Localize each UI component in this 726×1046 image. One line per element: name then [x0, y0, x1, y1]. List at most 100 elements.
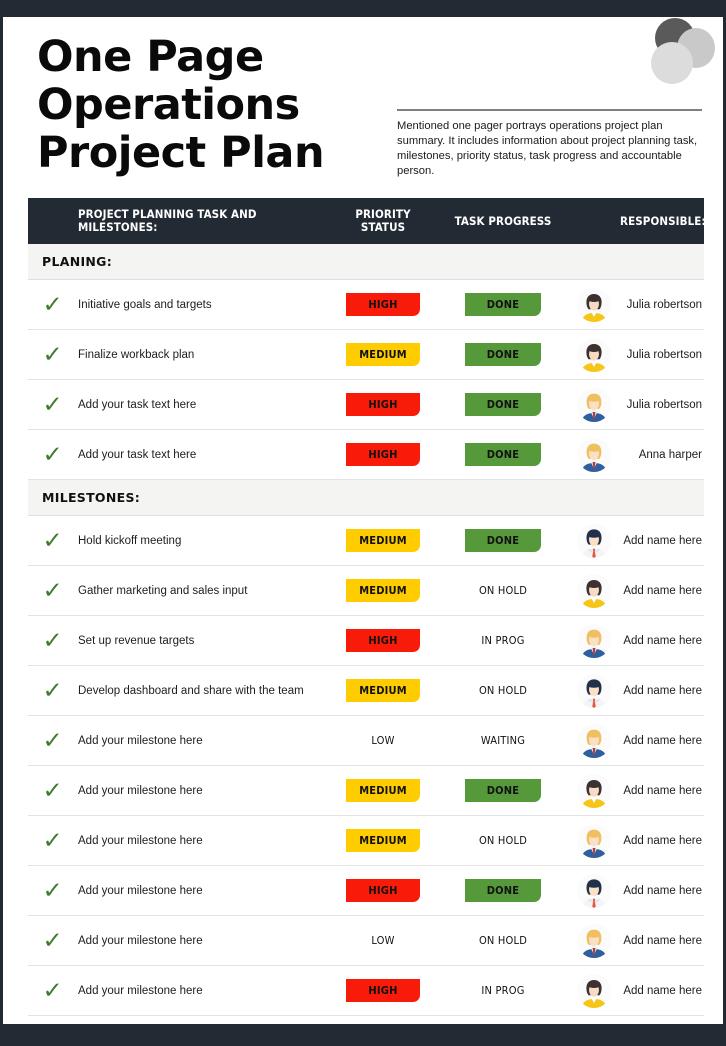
table-row[interactable]: ✓ Develop dashboard and share with the te… [28, 666, 704, 716]
progress-badge[interactable]: ON HOLD [465, 579, 541, 602]
progress-badge[interactable]: ON HOLD [465, 679, 541, 702]
priority-cell[interactable]: MEDIUM [328, 679, 438, 702]
row-check-cell[interactable]: ✓ [28, 878, 78, 903]
priority-badge[interactable]: HIGH [346, 393, 420, 416]
priority-cell[interactable]: LOW [328, 929, 438, 952]
task-label[interactable]: Finalize workback plan [78, 348, 328, 362]
priority-cell[interactable]: HIGH [328, 293, 438, 316]
priority-badge[interactable]: HIGH [346, 629, 420, 652]
table-row[interactable]: ✓ Gather marketing and sales input MEDIUM O… [28, 566, 704, 616]
table-row[interactable]: ✓ Initiative goals and targets HIGH DONE Jul… [28, 280, 704, 330]
row-check-cell[interactable]: ✓ [28, 578, 78, 603]
progress-badge[interactable]: DONE [465, 879, 541, 902]
progress-cell[interactable]: ON HOLD [438, 929, 568, 952]
task-label[interactable]: Add your milestone here [78, 834, 328, 848]
task-label[interactable]: Initiative goals and targets [78, 298, 328, 312]
row-check-cell[interactable]: ✓ [28, 778, 78, 803]
progress-badge[interactable]: ON HOLD [465, 829, 541, 852]
row-check-cell[interactable]: ✓ [28, 928, 78, 953]
progress-cell[interactable]: DONE [438, 529, 568, 552]
checkmark-icon[interactable]: ✓ [43, 628, 63, 652]
row-check-cell[interactable]: ✓ [28, 392, 78, 417]
task-label[interactable]: Add your task text here [78, 448, 328, 462]
checkmark-icon[interactable]: ✓ [43, 828, 63, 852]
progress-cell[interactable]: DONE [438, 779, 568, 802]
progress-badge[interactable]: WAITING [465, 729, 541, 752]
task-label[interactable]: Add your task text here [78, 398, 328, 412]
priority-cell[interactable]: HIGH [328, 443, 438, 466]
progress-badge[interactable]: IN PROG [465, 629, 541, 652]
priority-badge[interactable]: MEDIUM [346, 779, 420, 802]
priority-badge[interactable]: HIGH [346, 879, 420, 902]
row-check-cell[interactable]: ✓ [28, 678, 78, 703]
row-check-cell[interactable]: ✓ [28, 342, 78, 367]
priority-cell[interactable]: MEDIUM [328, 529, 438, 552]
priority-cell[interactable]: HIGH [328, 979, 438, 1002]
row-check-cell[interactable]: ✓ [28, 628, 78, 653]
priority-badge[interactable]: MEDIUM [346, 529, 420, 552]
progress-badge[interactable]: DONE [465, 779, 541, 802]
task-label[interactable]: Set up revenue targets [78, 634, 328, 648]
task-label[interactable]: Add your milestone here [78, 784, 328, 798]
checkmark-icon[interactable]: ✓ [43, 978, 63, 1002]
responsible-name[interactable]: Add name here [620, 585, 704, 597]
priority-badge[interactable]: MEDIUM [346, 679, 420, 702]
responsible-name[interactable]: Add name here [620, 835, 704, 847]
table-row[interactable]: ✓ Add your task text here HIGH DONE Anna har… [28, 430, 704, 480]
checkmark-icon[interactable]: ✓ [43, 528, 63, 552]
priority-badge[interactable]: LOW [346, 729, 420, 752]
task-label[interactable]: Develop dashboard and share with the tea… [78, 684, 328, 698]
row-check-cell[interactable]: ✓ [28, 528, 78, 553]
progress-badge[interactable]: DONE [465, 393, 541, 416]
table-row[interactable]: ✓ Add your milestone here MEDIUM DONE Add na… [28, 766, 704, 816]
checkmark-icon[interactable]: ✓ [43, 778, 63, 802]
responsible-name[interactable]: Add name here [620, 785, 704, 797]
responsible-name[interactable]: Julia robertson [620, 349, 704, 361]
row-check-cell[interactable]: ✓ [28, 442, 78, 467]
table-row[interactable]: ✓ Add your task text here HIGH DONE Julia ro… [28, 380, 704, 430]
progress-cell[interactable]: IN PROG [438, 979, 568, 1002]
priority-cell[interactable]: HIGH [328, 393, 438, 416]
progress-badge[interactable]: DONE [465, 343, 541, 366]
table-row[interactable]: ✓ Finalize workback plan MEDIUM DONE Julia r… [28, 330, 704, 380]
priority-badge[interactable]: HIGH [346, 979, 420, 1002]
progress-cell[interactable]: ON HOLD [438, 829, 568, 852]
task-label[interactable]: Hold kickoff meeting [78, 534, 328, 548]
priority-cell[interactable]: MEDIUM [328, 779, 438, 802]
checkmark-icon[interactable]: ✓ [43, 878, 63, 902]
responsible-name[interactable]: Add name here [620, 935, 704, 947]
responsible-name[interactable]: Julia robertson [620, 299, 704, 311]
priority-cell[interactable]: MEDIUM [328, 343, 438, 366]
row-check-cell[interactable]: ✓ [28, 828, 78, 853]
progress-cell[interactable]: DONE [438, 879, 568, 902]
table-row[interactable]: ✓ Add your milestone here HIGH DONE Add name… [28, 866, 704, 916]
checkmark-icon[interactable]: ✓ [43, 928, 63, 952]
progress-cell[interactable]: ON HOLD [438, 679, 568, 702]
row-check-cell[interactable]: ✓ [28, 728, 78, 753]
responsible-name[interactable]: Add name here [620, 985, 704, 997]
responsible-name[interactable]: Add name here [620, 635, 704, 647]
table-row[interactable]: ✓ Add your milestone here LOW ON HOLD Add na… [28, 916, 704, 966]
checkmark-icon[interactable]: ✓ [43, 392, 63, 416]
checkmark-icon[interactable]: ✓ [43, 578, 63, 602]
progress-cell[interactable]: DONE [438, 293, 568, 316]
priority-cell[interactable]: MEDIUM [328, 829, 438, 852]
priority-badge[interactable]: MEDIUM [346, 579, 420, 602]
progress-badge[interactable]: IN PROG [465, 979, 541, 1002]
task-label[interactable]: Add your milestone here [78, 934, 328, 948]
table-row[interactable]: ✓ Add your milestone here LOW WAITING Add na… [28, 716, 704, 766]
row-check-cell[interactable]: ✓ [28, 978, 78, 1003]
responsible-name[interactable]: Julia robertson [620, 399, 704, 411]
task-label[interactable]: Gather marketing and sales input [78, 584, 328, 598]
progress-badge[interactable]: DONE [465, 529, 541, 552]
priority-badge[interactable]: HIGH [346, 443, 420, 466]
task-label[interactable]: Add your milestone here [78, 984, 328, 998]
priority-badge[interactable]: MEDIUM [346, 343, 420, 366]
responsible-name[interactable]: Add name here [620, 535, 704, 547]
priority-cell[interactable]: LOW [328, 729, 438, 752]
responsible-name[interactable]: Anna harper [620, 449, 704, 461]
responsible-name[interactable]: Add name here [620, 735, 704, 747]
responsible-name[interactable]: Add name here [620, 685, 704, 697]
row-check-cell[interactable]: ✓ [28, 292, 78, 317]
progress-cell[interactable]: DONE [438, 443, 568, 466]
